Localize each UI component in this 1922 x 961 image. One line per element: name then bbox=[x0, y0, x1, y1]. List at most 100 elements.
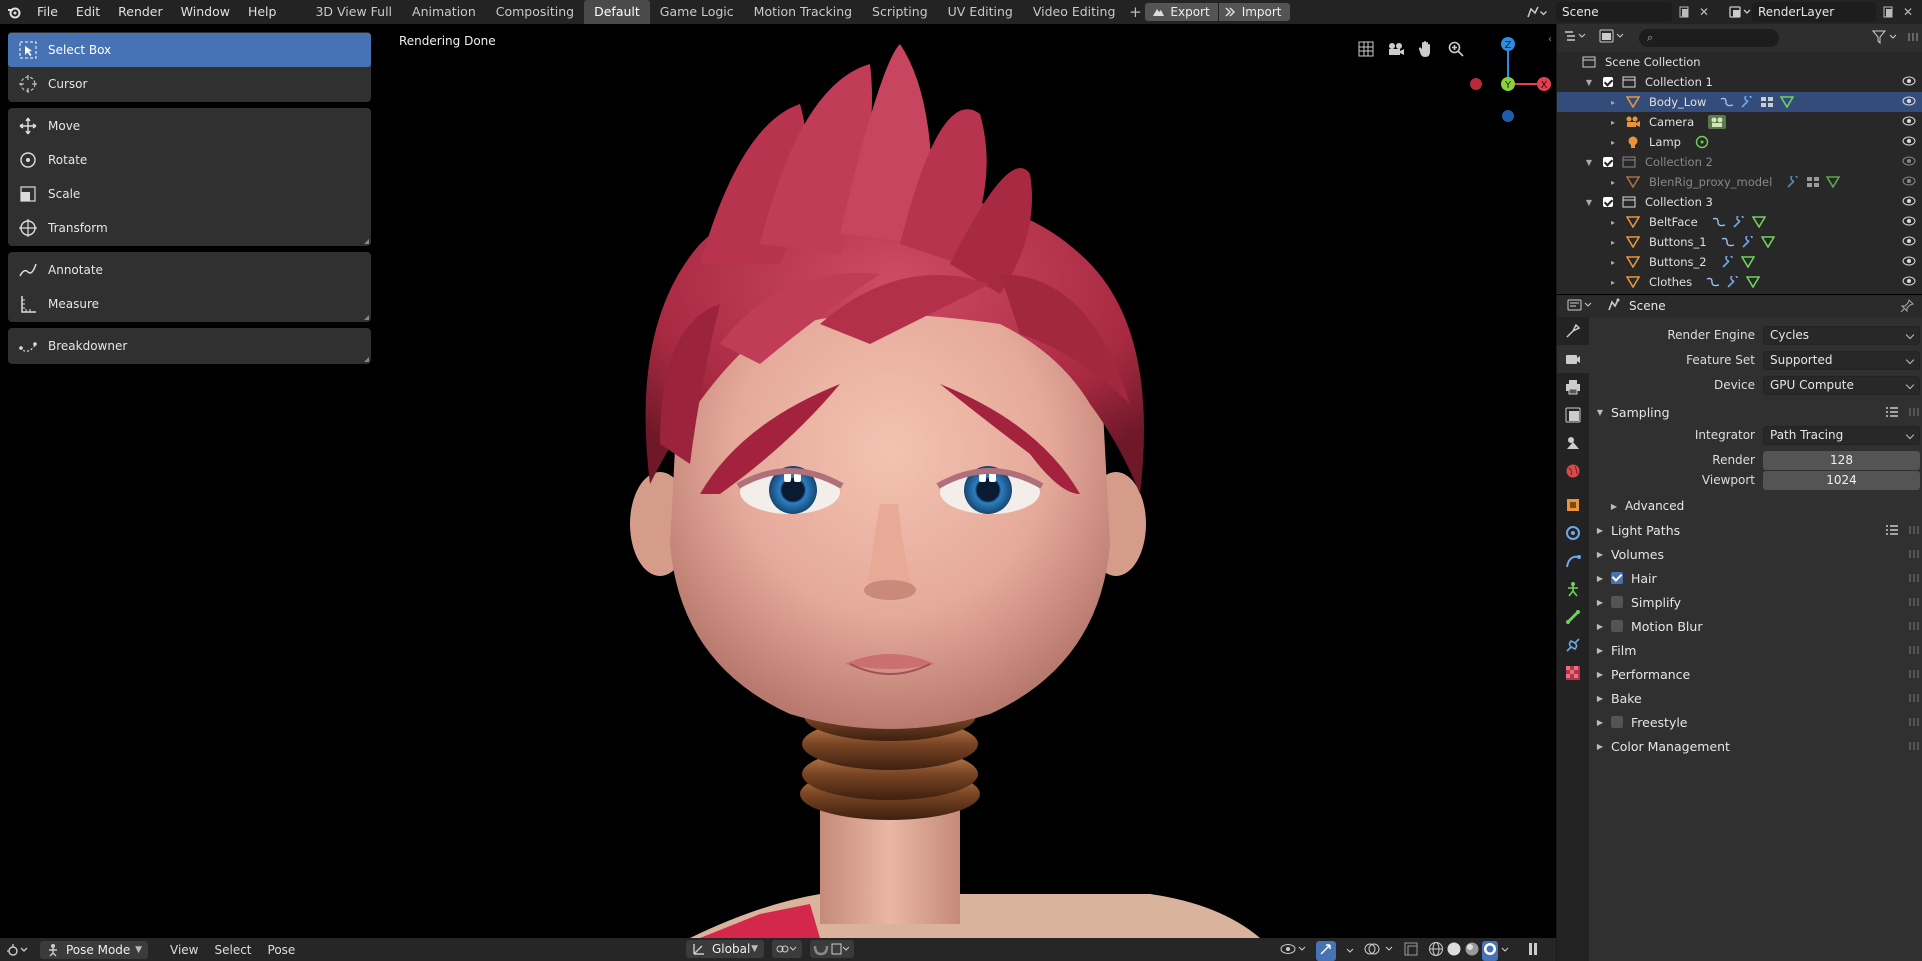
material-shading-icon[interactable] bbox=[1464, 941, 1480, 961]
menu-window[interactable]: Window bbox=[172, 0, 239, 24]
expand-toggle-icon[interactable]: ▼ bbox=[1583, 78, 1595, 87]
expand-toggle-icon[interactable]: ▸ bbox=[1607, 238, 1619, 247]
pause-render-icon[interactable] bbox=[1526, 942, 1540, 960]
shading-dropdown-icon[interactable] bbox=[1500, 944, 1510, 959]
render-engine-dropdown[interactable]: Cycles bbox=[1763, 325, 1920, 345]
outliner-row-camera[interactable]: ▸ Camera bbox=[1557, 112, 1922, 132]
drag-handle-icon[interactable] bbox=[1909, 550, 1919, 558]
expand-toggle-icon[interactable]: ▸ bbox=[1607, 178, 1619, 187]
tool-cursor[interactable]: Cursor bbox=[8, 67, 371, 101]
rendered-shading-icon[interactable] bbox=[1482, 941, 1498, 961]
import-button[interactable]: Import bbox=[1218, 3, 1290, 21]
drag-handle-icon[interactable] bbox=[1909, 408, 1919, 416]
panel-simplify[interactable]: ▶ Simplify bbox=[1589, 591, 1922, 613]
outliner-row-body-low[interactable]: ▸ Body_Low bbox=[1557, 92, 1922, 112]
transform-orientation-selector[interactable]: Global ▼ bbox=[686, 940, 764, 958]
simplify-checkbox[interactable] bbox=[1611, 596, 1623, 608]
new-view-layer-icon[interactable] bbox=[1879, 3, 1897, 21]
mode-selector[interactable]: Pose Mode ▼ bbox=[40, 940, 148, 959]
outliner-row-buttons-2[interactable]: ▸ Buttons_2 bbox=[1557, 252, 1922, 272]
tool-rotate[interactable]: Rotate bbox=[8, 143, 371, 177]
object-data-tab[interactable] bbox=[1557, 631, 1589, 659]
tool-transform[interactable]: Transform bbox=[8, 211, 371, 245]
export-button[interactable]: Export bbox=[1145, 3, 1218, 21]
expand-toggle-icon[interactable]: ▸ bbox=[1607, 258, 1619, 267]
outliner-row-buttons-1[interactable]: ▸ Buttons_1 bbox=[1557, 232, 1922, 252]
filter-icon[interactable] bbox=[1871, 30, 1898, 48]
tool-breakdowner[interactable]: Breakdowner bbox=[8, 329, 371, 363]
tool-measure[interactable]: Measure bbox=[8, 287, 371, 321]
eye-icon[interactable] bbox=[1902, 195, 1916, 210]
render-tab[interactable] bbox=[1557, 345, 1589, 373]
drag-handle-icon[interactable] bbox=[1909, 670, 1919, 678]
texture-tab[interactable] bbox=[1557, 659, 1589, 687]
outliner-search-input[interactable]: ⌕ bbox=[1639, 29, 1779, 47]
pan-hand-icon[interactable] bbox=[1415, 38, 1437, 60]
panel-sampling[interactable]: ▼ Sampling bbox=[1589, 401, 1922, 423]
output-tab[interactable] bbox=[1557, 373, 1589, 401]
delete-view-layer-icon[interactable]: ✕ bbox=[1899, 3, 1917, 21]
tool-select-box[interactable]: Select Box bbox=[8, 33, 371, 67]
expand-toggle-icon[interactable]: ▸ bbox=[1607, 98, 1619, 107]
scene-tab[interactable] bbox=[1557, 429, 1589, 457]
panel-light-paths[interactable]: ▶ Light Paths bbox=[1589, 519, 1922, 541]
subpanel-advanced[interactable]: ▶ Advanced bbox=[1589, 495, 1922, 517]
editor-type-icon[interactable] bbox=[0, 943, 36, 957]
gizmo-neg-z[interactable] bbox=[1502, 110, 1514, 122]
properties-editor-type-icon[interactable] bbox=[1567, 298, 1593, 315]
outliner-row-collection-1[interactable]: ▼ Collection 1 bbox=[1557, 72, 1922, 92]
object-constraints-tab[interactable] bbox=[1557, 603, 1589, 631]
view-layer-tab[interactable] bbox=[1557, 401, 1589, 429]
drag-handle-icon[interactable] bbox=[1909, 574, 1919, 582]
display-mode-icon[interactable] bbox=[1599, 29, 1625, 47]
eye-icon[interactable] bbox=[1902, 135, 1916, 150]
eye-icon[interactable] bbox=[1902, 155, 1916, 170]
xray-toggle-icon[interactable] bbox=[1404, 942, 1418, 960]
drag-handle-icon[interactable] bbox=[1909, 718, 1919, 726]
exclude-checkbox[interactable] bbox=[1603, 157, 1613, 167]
menu-render[interactable]: Render bbox=[109, 0, 172, 24]
drag-handle-icon[interactable] bbox=[1909, 622, 1919, 630]
panel-freestyle[interactable]: ▶ Freestyle bbox=[1589, 711, 1922, 733]
wireframe-shading-icon[interactable] bbox=[1428, 941, 1444, 961]
eye-icon[interactable] bbox=[1902, 215, 1916, 230]
presets-list-icon[interactable] bbox=[1885, 524, 1899, 539]
outliner-row-lamp[interactable]: ▸ Lamp bbox=[1557, 132, 1922, 152]
exclude-checkbox[interactable] bbox=[1603, 77, 1613, 87]
presets-list-icon[interactable] bbox=[1885, 406, 1899, 421]
menu-help[interactable]: Help bbox=[239, 0, 286, 24]
expand-toggle-icon[interactable]: ▸ bbox=[1607, 218, 1619, 227]
device-dropdown[interactable]: GPU Compute bbox=[1763, 375, 1920, 395]
panel-hair[interactable]: ▶ Hair bbox=[1589, 567, 1922, 589]
expand-toggle-icon[interactable]: ▼ bbox=[1583, 158, 1595, 167]
eye-icon[interactable] bbox=[1902, 115, 1916, 130]
viewport-samples-field[interactable]: 1024 bbox=[1763, 470, 1920, 490]
particles-tab[interactable] bbox=[1557, 547, 1589, 575]
outliner-row-clothes[interactable]: ▸ Clothes bbox=[1557, 272, 1922, 292]
object-tab[interactable] bbox=[1557, 491, 1589, 519]
outliner-row-collection-2[interactable]: ▼ Collection 2 bbox=[1557, 152, 1922, 172]
drag-handle-icon[interactable] bbox=[1909, 694, 1919, 702]
eye-icon[interactable] bbox=[1902, 275, 1916, 290]
gizmo-neg-x[interactable] bbox=[1470, 78, 1482, 90]
outliner-row-blenrig-proxy[interactable]: ▸ BlenRig_proxy_model bbox=[1557, 172, 1922, 192]
menu-file[interactable]: File bbox=[28, 0, 67, 24]
menu-edit[interactable]: Edit bbox=[67, 0, 109, 24]
delete-scene-icon[interactable]: ✕ bbox=[1695, 3, 1713, 21]
sidebar-toggle-icon[interactable]: ‹ bbox=[1548, 34, 1552, 45]
tool-tab[interactable] bbox=[1557, 317, 1589, 345]
expand-toggle-icon[interactable]: ▸ bbox=[1607, 138, 1619, 147]
tab-game-logic[interactable]: Game Logic bbox=[650, 0, 744, 24]
drag-handle-icon[interactable] bbox=[1909, 742, 1919, 750]
drag-handle-icon[interactable] bbox=[1909, 646, 1919, 654]
tool-move[interactable]: Move bbox=[8, 109, 371, 143]
menu-view[interactable]: View bbox=[162, 943, 206, 957]
expand-toggle-icon[interactable]: ▼ bbox=[1583, 198, 1595, 207]
pivot-point-selector[interactable] bbox=[772, 940, 802, 958]
panel-performance[interactable]: ▶ Performance bbox=[1589, 663, 1922, 685]
tool-scale[interactable]: Scale bbox=[8, 177, 371, 211]
world-tab[interactable] bbox=[1557, 457, 1589, 485]
outliner-row-beltface[interactable]: ▸ BeltFace bbox=[1557, 212, 1922, 232]
feature-set-dropdown[interactable]: Supported bbox=[1763, 350, 1920, 370]
eye-icon[interactable] bbox=[1902, 235, 1916, 250]
